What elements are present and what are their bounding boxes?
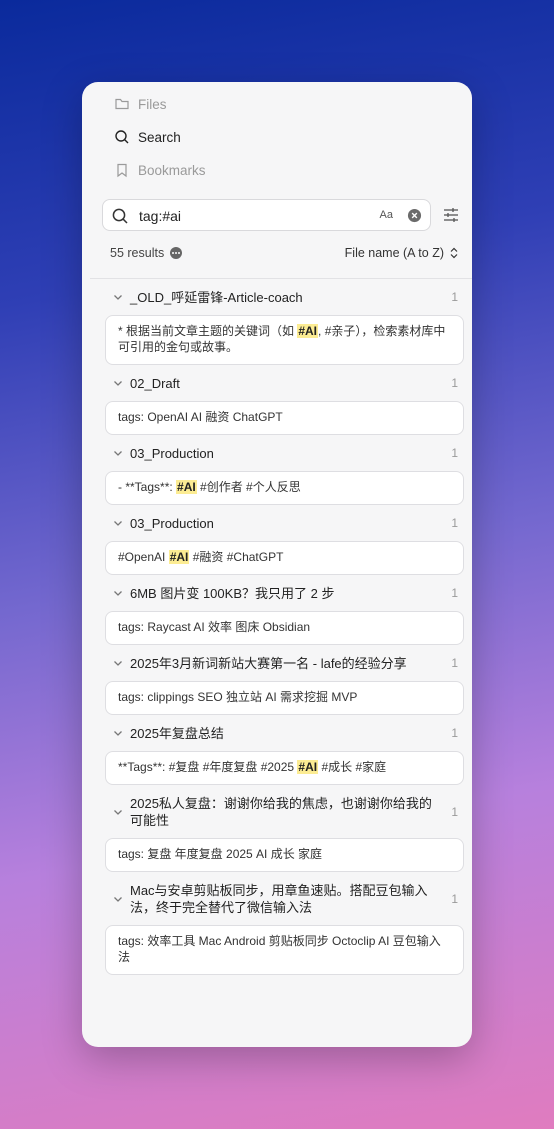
chevron-down-icon[interactable] <box>112 806 124 818</box>
result-file-header[interactable]: 6MB 图片变 100KB？我只用了 2 步 1 <box>82 575 472 611</box>
nav-files-label: Files <box>138 96 167 112</box>
result-match-snippet[interactable]: - **Tags**: #AI #创作者 #个人反思 <box>105 471 464 505</box>
snippet-text: tags: OpenAI AI 融资 ChatGPT <box>118 410 283 424</box>
snippet-text: tags: Raycast AI 效率 图床 Obsidian <box>118 620 311 634</box>
result-file-name: 2025年复盘总结 <box>130 725 224 741</box>
result-file-name: _OLD_呼延雷锋-Article-coach <box>130 289 303 305</box>
nav-bookmarks-label: Bookmarks <box>138 162 206 178</box>
chevron-down-icon[interactable] <box>112 587 124 599</box>
chevron-down-icon[interactable] <box>112 377 124 389</box>
snippet-text: tags: 复盘 年度复盘 2025 AI 成长 家庭 <box>118 847 323 861</box>
result-match-snippet[interactable]: tags: Raycast AI 效率 图床 Obsidian <box>105 611 464 645</box>
match-highlight: #AI <box>297 760 319 774</box>
result-file-header[interactable]: 2025私人复盘：谢谢你给我的焦虑，也谢谢你给我的可能性 1 <box>82 785 472 838</box>
clear-icon[interactable] <box>407 208 422 223</box>
result-match-count: 1 <box>451 656 458 670</box>
folder-icon <box>115 98 129 110</box>
result-file-name: 2025私人复盘：谢谢你给我的焦虑，也谢谢你给我的可能性 <box>130 795 432 828</box>
result-match-count: 1 <box>451 726 458 740</box>
result-match-count: 1 <box>451 290 458 304</box>
result-match-snippet[interactable]: tags: OpenAI AI 融资 ChatGPT <box>105 401 464 435</box>
result-match-count: 1 <box>451 586 458 600</box>
result-file-name: 2025年3月新词新站大赛第一名 - lafe的经验分享 <box>130 655 407 671</box>
result-file-header[interactable]: _OLD_呼延雷锋-Article-coach 1 <box>82 279 472 315</box>
result-match-snippet[interactable]: tags: 复盘 年度复盘 2025 AI 成长 家庭 <box>105 838 464 872</box>
sort-label: File name (A to Z) <box>344 246 444 260</box>
chevron-down-icon[interactable] <box>112 517 124 529</box>
search-settings-icon[interactable] <box>442 206 460 224</box>
snippet-text: #创作者 #个人反思 <box>196 480 301 494</box>
result-file-name: 03_Production <box>130 445 214 461</box>
result-file-name: Mac与安卓剪贴板同步，用章鱼速贴。搭配豆包输入法，终于完全替代了微信输入法 <box>130 882 428 915</box>
results-count: 55 results <box>110 246 183 260</box>
result-file-name: 03_Production <box>130 515 214 531</box>
search-icon <box>112 208 128 224</box>
result-match-snippet[interactable]: tags: clippings SEO 独立站 AI 需求挖掘 MVP <box>105 681 464 715</box>
search-icon <box>115 130 129 144</box>
result-file-header[interactable]: 02_Draft 1 <box>82 365 472 401</box>
results-count-label: 55 results <box>110 246 165 260</box>
result-file-header[interactable]: 03_Production 1 <box>82 435 472 471</box>
nav-search-label: Search <box>138 129 181 145</box>
search-panel: Files Search Bookmarks tag:#ai Aa 55 res… <box>82 82 472 1047</box>
result-file-header[interactable]: 2025年3月新词新站大赛第一名 - lafe的经验分享 1 <box>82 645 472 681</box>
snippet-text: tags: clippings SEO 独立站 AI 需求挖掘 MVP <box>118 690 358 704</box>
match-highlight: #AI <box>176 480 197 494</box>
result-match-count: 1 <box>451 446 458 460</box>
result-file-header[interactable]: 03_Production 1 <box>82 505 472 541</box>
snippet-text: * 根据当前文章主题的关键词（如 <box>118 324 298 338</box>
chevron-down-icon[interactable] <box>112 893 124 905</box>
snippet-text: #融资 #ChatGPT <box>189 550 284 564</box>
search-input[interactable]: tag:#ai Aa <box>102 199 431 231</box>
snippet-text: tags: 效率工具 Mac Android 剪贴板同步 Octoclip AI… <box>118 934 441 964</box>
result-match-snippet[interactable]: **Tags**: #复盘 #年度复盘 #2025 #AI #成长 #家庭 <box>105 751 464 785</box>
result-file-name: 02_Draft <box>130 375 180 391</box>
result-file-name: 6MB 图片变 100KB？我只用了 2 步 <box>130 585 335 601</box>
bookmark-icon <box>117 163 127 178</box>
snippet-text: #成长 #家庭 <box>318 760 387 774</box>
match-case-button[interactable]: Aa <box>380 209 393 221</box>
nav-bookmarks[interactable]: Bookmarks <box>114 159 206 181</box>
sort-dropdown[interactable]: File name (A to Z) <box>345 246 458 260</box>
search-query[interactable]: tag:#ai <box>139 208 181 224</box>
more-options-icon[interactable] <box>170 247 183 259</box>
snippet-text: - **Tags**: <box>118 480 177 494</box>
result-file-header[interactable]: Mac与安卓剪贴板同步，用章鱼速贴。搭配豆包输入法，终于完全替代了微信输入法 1 <box>82 872 472 925</box>
snippet-text: #OpenAI <box>118 550 169 564</box>
chevron-down-icon[interactable] <box>112 291 124 303</box>
match-highlight: #AI <box>297 324 319 338</box>
chevron-down-icon[interactable] <box>112 727 124 739</box>
nav-files[interactable]: Files <box>114 93 167 115</box>
snippet-text: **Tags**: #复盘 #年度复盘 #2025 <box>118 760 298 774</box>
chevron-updown-icon <box>450 247 458 259</box>
results-list: _OLD_呼延雷锋-Article-coach 1 * 根据当前文章主题的关键词（如… <box>82 279 472 975</box>
result-file-header[interactable]: 2025年复盘总结 1 <box>82 715 472 751</box>
result-match-snippet[interactable]: * 根据当前文章主题的关键词（如 #AI, #亲子），检索素材库中可引用的金句或… <box>105 315 464 365</box>
chevron-down-icon[interactable] <box>112 657 124 669</box>
result-match-snippet[interactable]: tags: 效率工具 Mac Android 剪贴板同步 Octoclip AI… <box>105 925 464 975</box>
match-highlight: #AI <box>168 550 190 564</box>
result-match-count: 1 <box>451 891 458 906</box>
result-match-count: 1 <box>451 804 458 819</box>
result-match-snippet[interactable]: #OpenAI #AI #融资 #ChatGPT <box>105 541 464 575</box>
result-match-count: 1 <box>451 376 458 390</box>
result-match-count: 1 <box>451 516 458 530</box>
chevron-down-icon[interactable] <box>112 447 124 459</box>
nav-search[interactable]: Search <box>114 126 181 148</box>
